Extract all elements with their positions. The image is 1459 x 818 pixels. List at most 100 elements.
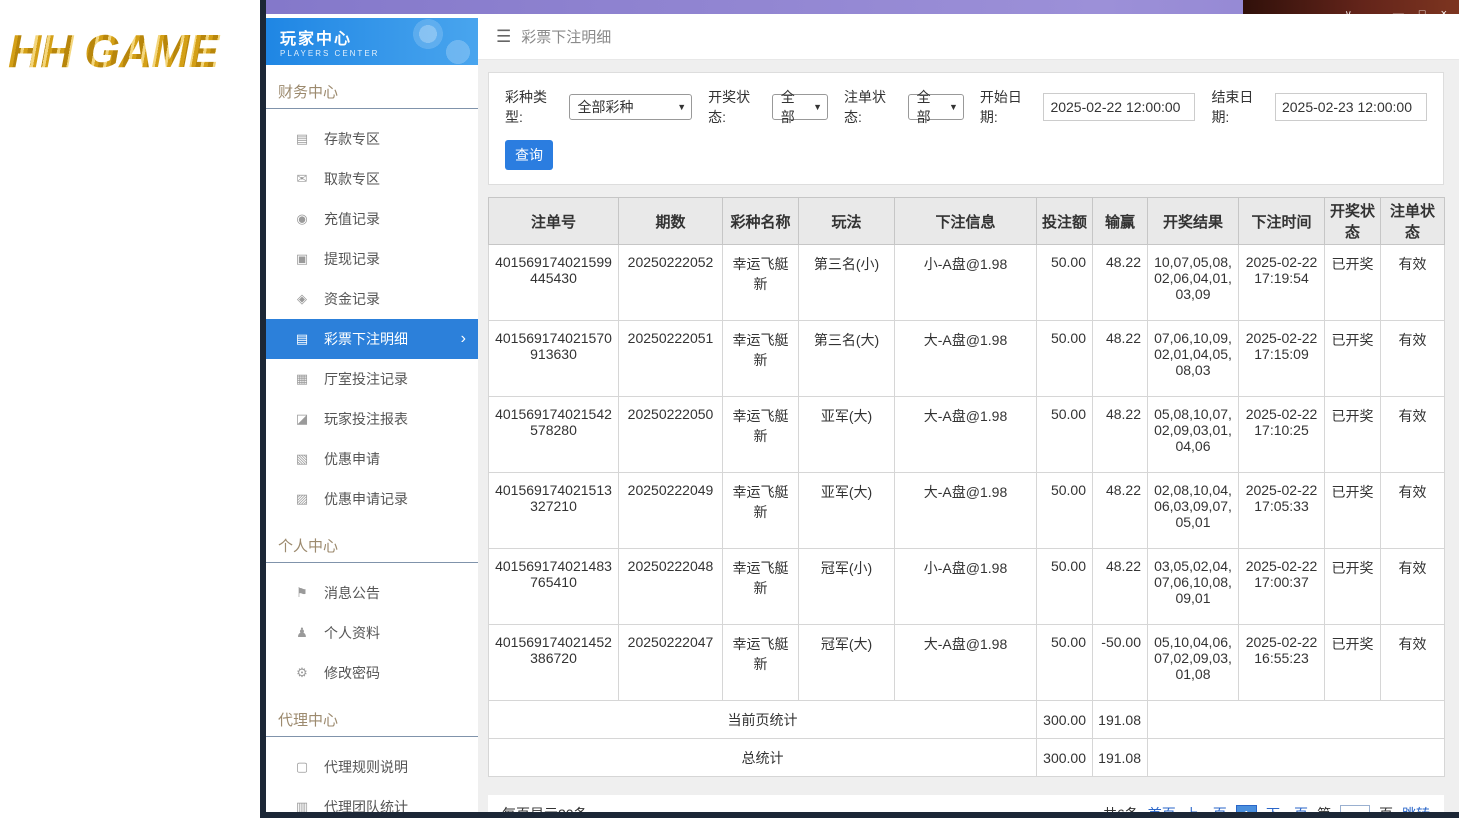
agent-rules-icon: ▢ xyxy=(295,759,309,774)
table-cell: 2025-02-22 16:55:23 xyxy=(1238,624,1325,701)
table-row: 401569174021570913630 20250222051 幸运飞艇新 第三名… xyxy=(488,320,1445,397)
page-prefix: 第 xyxy=(1317,804,1331,812)
table-cell: 20250222052 xyxy=(618,244,723,321)
page-title: 彩票下注明细 xyxy=(521,29,612,46)
sidebar-item[interactable]: ◈ 资金记录 xyxy=(266,279,478,319)
sidebar-item-label: 优惠申请记录 xyxy=(324,491,408,507)
promo-record-icon: ▨ xyxy=(295,491,309,506)
query-button[interactable]: 查询 xyxy=(505,140,553,170)
sidebar-item[interactable]: ▧ 优惠申请 xyxy=(266,439,478,479)
sidebar-item[interactable]: ◉ 充值记录 xyxy=(266,199,478,239)
table-cell: 401569174021570913630 xyxy=(488,320,619,397)
draw-status-label: 开奖状态: xyxy=(708,89,751,125)
table-cell: 48.22 xyxy=(1092,320,1148,397)
table-cell: 48.22 xyxy=(1092,472,1148,549)
table-cell: 05,10,04,06,07,02,09,03,01,08 xyxy=(1147,624,1239,701)
table-cell: 已开奖 xyxy=(1324,472,1381,549)
table-cell: 03,05,02,04,07,06,10,08,09,01 xyxy=(1147,548,1239,625)
sidebar: 玩家中心 PLAYERS CENTER 财务中心 ▤ 存款专区 ✉ 取款专区 ◉ 充值记录 ▣… xyxy=(266,14,478,812)
sidebar-item[interactable]: ◪ 玩家投注报表 xyxy=(266,399,478,439)
recharge-icon: ◉ xyxy=(296,211,308,226)
sidebar-item-label: 个人资料 xyxy=(324,625,380,641)
next-page-link[interactable]: 下一页 xyxy=(1266,804,1308,812)
table-cell: 大-A盘@1.98 xyxy=(894,472,1037,549)
table-cell: 07,06,10,09,02,01,04,05,08,03 xyxy=(1147,320,1239,397)
column-header: 下注时间 xyxy=(1238,197,1325,245)
main-area: ☰ 彩票下注明细 彩种类型: 全部彩种 ▼ 开奖状态: 全部 ▼ 注单状态: 全… xyxy=(478,14,1459,812)
page-jump-input[interactable] xyxy=(1340,804,1370,812)
sidebar-item[interactable]: ▢ 代理规则说明 xyxy=(266,747,478,787)
end-date-input[interactable] xyxy=(1274,93,1427,121)
password-icon: ⚙ xyxy=(296,665,308,680)
bet-status-select[interactable]: 全部 ▼ xyxy=(907,89,964,125)
start-date-input[interactable] xyxy=(1043,93,1196,121)
summary-label: 总统计 xyxy=(488,738,1037,777)
announcement-icon: ⚑ xyxy=(296,585,308,600)
table-cell: 有效 xyxy=(1380,472,1445,549)
jump-link[interactable]: 跳转 xyxy=(1402,804,1430,812)
bets-table-header-row: 注单号 期数 彩种名称 玩法 下注信息 投注额 输赢 开奖结果 下注时间 开奖状态 注单状态 xyxy=(488,197,1445,245)
chevron-down-icon: ▼ xyxy=(677,102,687,112)
sidebar-item[interactable]: ⚑ 消息公告 xyxy=(266,573,478,613)
filter-row: 彩种类型: 全部彩种 ▼ 开奖状态: 全部 ▼ 注单状态: 全部 ▼ 开始日期:… xyxy=(505,87,1427,127)
sidebar-item[interactable]: ▨ 优惠申请记录 xyxy=(266,479,478,519)
sidebar-section-title: 代理中心 xyxy=(266,709,478,737)
sidebar-title: 玩家中心 xyxy=(280,31,353,48)
lottery-type-select[interactable]: 全部彩种 ▼ xyxy=(568,94,693,120)
table-cell: 05,08,10,07,02,09,03,01,04,06 xyxy=(1147,396,1239,473)
sidebar-item[interactable]: ✉ 取款专区 xyxy=(266,159,478,199)
sidebar-item[interactable]: ▤ 存款专区 xyxy=(266,119,478,159)
chevron-down-icon: ▼ xyxy=(948,102,958,112)
summary-bet-total: 300.00 xyxy=(1036,738,1093,777)
sidebar-item[interactable]: ⚙ 修改密码 xyxy=(266,653,478,693)
table-cell: 小-A盘@1.98 xyxy=(894,548,1037,625)
sidebar-item[interactable]: ▥ 代理团队统计 xyxy=(266,787,478,812)
pager: 共6条 首页 上一页 1 下一页 第 页 跳转 xyxy=(1103,804,1430,812)
filter-panel: 彩种类型: 全部彩种 ▼ 开奖状态: 全部 ▼ 注单状态: 全部 ▼ 开始日期:… xyxy=(488,72,1444,185)
column-header: 输赢 xyxy=(1092,197,1148,245)
table-cell: 20250222047 xyxy=(618,624,723,701)
prev-page-link[interactable]: 上一页 xyxy=(1185,804,1227,812)
table-row: 401569174021542578280 20250222050 幸运飞艇新 亚军(… xyxy=(488,396,1445,473)
table-cell: 冠军(小) xyxy=(798,548,895,625)
lottery-type-label: 彩种类型: xyxy=(505,89,547,125)
table-cell: 50.00 xyxy=(1036,320,1093,397)
table-cell: 20250222049 xyxy=(618,472,723,549)
table-cell: 401569174021542578280 xyxy=(488,396,619,473)
table-cell: 亚军(大) xyxy=(798,396,895,473)
profile-icon: ♟ xyxy=(296,625,308,640)
table-cell: 48.22 xyxy=(1092,244,1148,321)
table-cell: 50.00 xyxy=(1036,548,1093,625)
table-cell: 48.22 xyxy=(1092,548,1148,625)
table-cell: 已开奖 xyxy=(1324,548,1381,625)
table-cell: 第三名(小) xyxy=(798,244,895,321)
summary-label: 当前页统计 xyxy=(488,700,1037,739)
total-count: 共6条 xyxy=(1103,804,1139,812)
menu-icon[interactable]: ☰ xyxy=(496,27,511,47)
brand-logo: HH GAME xyxy=(8,24,260,78)
sidebar-section-title: 个人中心 xyxy=(266,535,478,563)
sidebar-item-label: 修改密码 xyxy=(324,665,380,681)
sidebar-item[interactable]: ▤ 彩票下注明细 › xyxy=(266,319,478,359)
table-row: 401569174021599445430 20250222052 幸运飞艇新 第三名… xyxy=(488,244,1445,321)
draw-status-value: 全部 xyxy=(780,89,795,125)
table-cell: 有效 xyxy=(1380,396,1445,473)
current-page[interactable]: 1 xyxy=(1235,804,1257,812)
draw-status-select[interactable]: 全部 ▼ xyxy=(771,89,829,125)
table-cell: 有效 xyxy=(1380,244,1445,321)
table-cell: 2025-02-22 17:00:37 xyxy=(1238,548,1325,625)
sidebar-item[interactable]: ▦ 厅室投注记录 xyxy=(266,359,478,399)
column-header: 期数 xyxy=(618,197,723,245)
pagination-bar: 每页显示20条 共6条 首页 上一页 1 下一页 第 页 跳转 xyxy=(488,795,1444,812)
table-cell: 有效 xyxy=(1380,320,1445,397)
column-header: 开奖状态 xyxy=(1324,197,1381,245)
summary-empty-cell xyxy=(1147,738,1445,777)
table-cell: 幸运飞艇新 xyxy=(722,396,799,473)
first-page-link[interactable]: 首页 xyxy=(1148,804,1176,812)
deposit-icon: ▤ xyxy=(295,131,309,146)
sidebar-item[interactable]: ▣ 提现记录 xyxy=(266,239,478,279)
summary-bet-total: 300.00 xyxy=(1036,700,1093,739)
bets-table-body: 401569174021599445430 20250222052 幸运飞艇新 第三名… xyxy=(488,244,1445,777)
sidebar-item-label: 提现记录 xyxy=(324,251,380,267)
sidebar-item[interactable]: ♟ 个人资料 xyxy=(266,613,478,653)
